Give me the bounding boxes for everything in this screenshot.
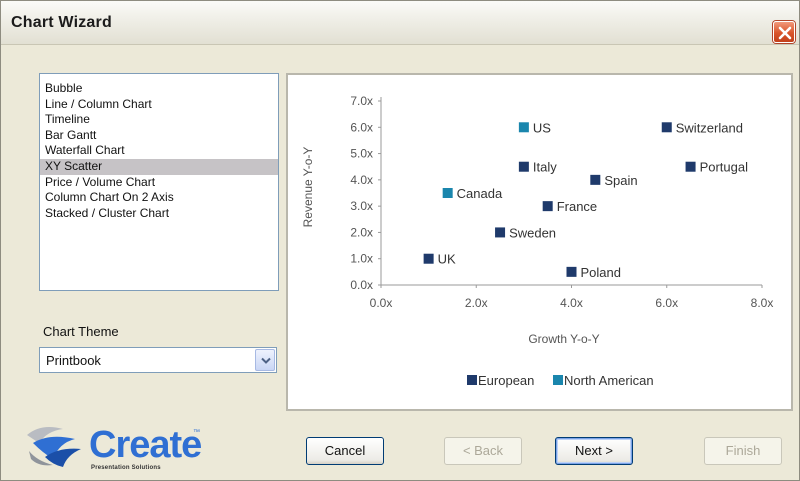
y-tick-label: 4.0x (350, 173, 373, 187)
data-point-label: Portugal (700, 160, 749, 175)
legend-label: European (478, 373, 534, 388)
y-tick-label: 7.0x (350, 94, 373, 108)
data-point (442, 188, 453, 198)
chart-type-item-selected[interactable]: XY Scatter (40, 158, 278, 175)
chart-theme-label: Chart Theme (43, 324, 119, 339)
window-title: Chart Wizard (11, 14, 112, 31)
logo-subtitle: Presentation Solutions (91, 465, 161, 471)
scatter-chart: Revenue Y-o-Y Growth Y-o-Y 0.0x 1.0x 2.0x 3… (301, 94, 774, 388)
data-point-label: Canada (457, 186, 503, 201)
create-logo: Create ™ Presentation Solutions (23, 421, 233, 473)
y-tick-label: 2.0x (350, 225, 373, 239)
data-point-label: Spain (604, 173, 637, 188)
close-button[interactable] (773, 21, 795, 43)
data-point-label: Poland (581, 265, 621, 280)
finish-button[interactable]: Finish (704, 437, 782, 465)
data-point-label: Switzerland (676, 120, 743, 135)
legend-swatch (467, 375, 477, 385)
y-tick-label: 1.0x (350, 252, 373, 266)
chart-type-item[interactable]: Waterfall Chart (40, 143, 278, 159)
chart-theme-select[interactable]: Printbook (39, 347, 277, 373)
back-button[interactable]: < Back (444, 437, 522, 465)
data-point-label: UK (438, 252, 456, 267)
x-tick-label: 4.0x (560, 296, 583, 310)
chevron-down-icon (261, 357, 271, 364)
legend-label: North American (564, 373, 654, 388)
chart-wizard-window: Chart Wizard Bubble Line / Column Chart … (0, 0, 800, 481)
x-tick-label: 0.0x (370, 296, 393, 310)
data-point (590, 174, 601, 185)
title-bar[interactable]: Chart Wizard (1, 1, 799, 45)
next-button[interactable]: Next > (555, 437, 633, 465)
chart-type-item[interactable]: Bubble (40, 81, 278, 97)
x-tick-label: 6.0x (655, 296, 678, 310)
data-point (423, 253, 434, 264)
chart-preview: Revenue Y-o-Y Growth Y-o-Y 0.0x 1.0x 2.0x 3… (286, 73, 793, 411)
chart-type-item[interactable]: Column Chart On 2 Axis (40, 190, 278, 206)
x-tick-label: 2.0x (465, 296, 488, 310)
logo-trademark: ™ (193, 429, 200, 436)
close-icon (778, 26, 792, 40)
chart-type-item[interactable]: Timeline (40, 112, 278, 128)
data-point (518, 122, 529, 133)
logo-word: Create (89, 424, 202, 466)
data-point (685, 161, 696, 172)
data-points: Switzerland Portugal Italy Spain FranceSwede… (423, 120, 749, 280)
data-point-label: Sweden (509, 225, 556, 240)
x-axis-title: Growth Y-o-Y (528, 332, 599, 346)
legend: European North American (467, 373, 654, 388)
y-axis-title: Revenue Y-o-Y (301, 147, 315, 228)
y-tick-label: 5.0x (350, 147, 373, 161)
data-point (495, 227, 506, 238)
chart-type-item[interactable]: Line / Column Chart (40, 97, 278, 113)
data-point-label: Italy (533, 160, 557, 175)
y-tick-label: 0.0x (350, 278, 373, 292)
data-point (661, 122, 672, 133)
chart-type-item[interactable]: Price / Volume Chart (40, 175, 278, 191)
chart-type-list[interactable]: Bubble Line / Column Chart Timeline Bar … (39, 73, 279, 291)
y-tick-label: 6.0x (350, 120, 373, 134)
chart-theme-value: Printbook (46, 353, 101, 368)
logo-swoosh-icon (27, 427, 81, 467)
y-axis-title-group: Revenue Y-o-Y (301, 147, 315, 228)
x-tick-label: 8.0x (751, 296, 774, 310)
data-point (566, 266, 577, 277)
dropdown-button[interactable] (255, 349, 275, 371)
data-point (518, 161, 529, 172)
data-point-label: US (533, 120, 551, 135)
legend-swatch (553, 375, 563, 385)
data-point-label: France (557, 199, 597, 214)
chart-type-item[interactable]: Stacked / Cluster Chart (40, 206, 278, 222)
data-point (542, 201, 553, 212)
chart-type-item[interactable]: Bar Gantt (40, 128, 278, 144)
y-tick-label: 3.0x (350, 199, 373, 213)
cancel-button[interactable]: Cancel (306, 437, 384, 465)
